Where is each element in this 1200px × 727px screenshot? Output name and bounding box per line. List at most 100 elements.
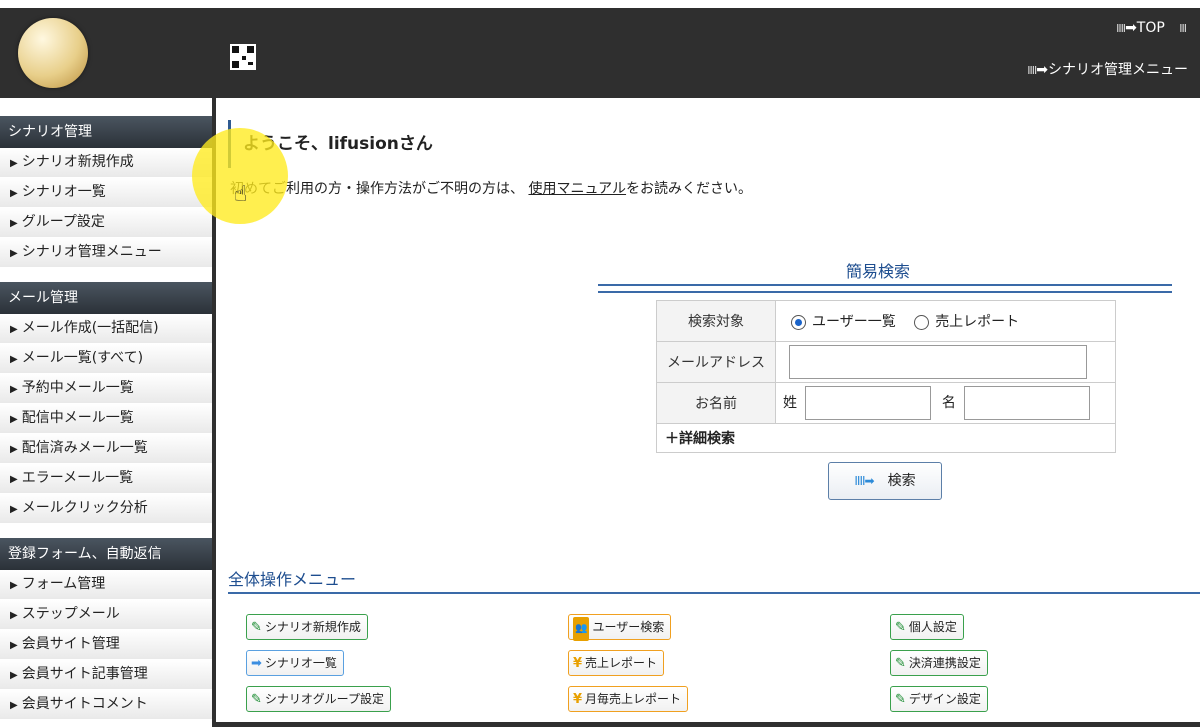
menu-button[interactable]: ✎ デザイン設定 xyxy=(890,686,988,712)
radio-users-label[interactable]: ユーザー一覧 xyxy=(812,314,896,330)
triangle-bullet-icon: ▶ xyxy=(10,354,18,365)
sidebar-item[interactable]: ▶ シナリオ新規作成 xyxy=(0,148,212,178)
advanced-row: ＋詳細検索 xyxy=(656,423,1116,453)
first-name-label: 名 xyxy=(941,395,956,411)
menu-button-label: 決済連携設定 xyxy=(908,656,981,670)
sidebar-item[interactable]: ▶ 配信中メール一覧 xyxy=(0,404,212,434)
sidebar-item-label: シナリオ管理メニュー xyxy=(21,244,162,260)
arrow-icon: IIII➡ xyxy=(854,474,874,488)
sidebar-item[interactable]: ▶ 予約中メール一覧 xyxy=(0,374,212,404)
search-target-options: ユーザー一覧 売上レポート xyxy=(775,300,1116,342)
clipped-bars-icon: III xyxy=(1179,22,1187,35)
menu-button[interactable]: 👥 ユーザー検索 xyxy=(568,614,672,641)
radio-users[interactable] xyxy=(791,314,806,330)
advanced-search-toggle[interactable]: ＋詳細検索 xyxy=(656,423,1116,453)
sidebar-item[interactable]: ▶ 配信済みメール一覧 xyxy=(0,434,212,464)
sidebar-item-label: 予約中メール一覧 xyxy=(21,380,134,396)
email-label: メールアドレス xyxy=(656,341,776,383)
pencil-icon: ✎ xyxy=(251,620,262,635)
sidebar-item-label: 配信中メール一覧 xyxy=(21,410,134,426)
pencil-icon: ✎ xyxy=(895,656,906,671)
sidebar-item-label: ステップメール xyxy=(21,606,120,622)
sidebar-item[interactable]: ▶ グループ設定 xyxy=(0,208,212,238)
sidebar-section-header: 登録フォーム、自動返信 xyxy=(0,538,212,570)
sidebar-item[interactable]: ▶ 会員サイト管理 xyxy=(0,630,212,660)
scenario-menu-link[interactable]: IIII➡シナリオ管理メニュー xyxy=(1027,59,1188,79)
sidebar-item-label: 配信済みメール一覧 xyxy=(21,440,148,456)
menu-button-label: 売上レポート xyxy=(585,656,658,670)
triangle-bullet-icon: ▶ xyxy=(10,700,18,711)
menu-button-label: ユーザー検索 xyxy=(592,620,665,634)
sidebar-item[interactable]: ▶ メールクリック分析 xyxy=(0,494,212,524)
menu-button[interactable]: ✎ シナリオグループ設定 xyxy=(246,686,391,712)
triangle-bullet-icon: ▶ xyxy=(10,324,18,335)
menu-button-label: シナリオ新規作成 xyxy=(264,620,361,634)
sidebar-item-label: グループ設定 xyxy=(21,214,105,230)
last-name-label: 姓 xyxy=(783,395,797,411)
sidebar-item-label: メール一覧(すべて) xyxy=(21,350,144,366)
sidebar-item[interactable]: ▶ メール作成(一括配信) xyxy=(0,314,212,344)
menu-button-label: シナリオ一覧 xyxy=(264,656,337,670)
first-name-field[interactable] xyxy=(964,386,1091,420)
sidebar-item[interactable]: ▶ エラーメール一覧 xyxy=(0,464,212,494)
name-label: お名前 xyxy=(656,382,776,424)
triangle-bullet-icon: ▶ xyxy=(10,158,18,169)
last-name-field[interactable] xyxy=(805,386,932,420)
search-button[interactable]: IIII➡ 検索 xyxy=(828,462,942,500)
triangle-bullet-icon: ▶ xyxy=(10,444,18,455)
pencil-icon: ✎ xyxy=(895,620,906,635)
sidebar-item[interactable]: ▶ フォーム管理 xyxy=(0,570,212,600)
sidebar-item-label: 会員サイトコメント xyxy=(21,696,148,712)
sidebar-item[interactable]: ▶ シナリオ一覧 xyxy=(0,178,212,208)
menu-button-label: シナリオグループ設定 xyxy=(264,692,384,706)
menu-button[interactable]: ✎ 個人設定 xyxy=(890,614,964,640)
cursor-highlight xyxy=(192,128,288,224)
triangle-bullet-icon: ▶ xyxy=(10,248,18,259)
arrow-bars-icon: IIII xyxy=(1116,22,1126,35)
triangle-bullet-icon: ▶ xyxy=(10,384,18,395)
top-white-strip xyxy=(0,0,1200,8)
hand-cursor-icon: ☝ xyxy=(234,182,248,207)
menu-button[interactable]: ¥ 月毎売上レポート xyxy=(568,686,689,712)
yen-icon: ¥ xyxy=(573,656,583,671)
logo[interactable] xyxy=(18,18,88,88)
search-target-label: 検索対象 xyxy=(656,300,776,342)
sidebar-item-label: フォーム管理 xyxy=(21,576,106,592)
sidebar-item[interactable]: ▶ シナリオ管理メニュー xyxy=(0,238,212,268)
search-target-row: 検索対象 ユーザー一覧 売上レポート xyxy=(656,300,1116,342)
triangle-bullet-icon: ▶ xyxy=(10,474,18,485)
menu-title: 全体操作メニュー xyxy=(228,570,357,589)
email-row: メールアドレス xyxy=(656,341,1116,383)
radio-sales[interactable] xyxy=(914,314,930,330)
search-title: 簡易検索 xyxy=(846,262,911,281)
arrow-bars-icon: IIII xyxy=(1027,64,1037,77)
sidebar-section-header: シナリオ管理 xyxy=(0,116,212,148)
arrow-icon: ➡ xyxy=(251,656,262,671)
menu-button[interactable]: ✎ 決済連携設定 xyxy=(890,650,988,676)
radio-sales-label[interactable]: 売上レポート xyxy=(935,314,1019,330)
menu-title-rule xyxy=(228,592,1200,597)
sidebar-item[interactable]: ▶ 会員サイト記事管理 xyxy=(0,660,212,690)
name-row: お名前 姓 名 xyxy=(656,382,1116,424)
top-link[interactable]: IIII➡TOP III xyxy=(1116,20,1187,36)
bottom-strip xyxy=(216,722,1200,727)
sidebar-item[interactable]: ▶ 会員サイトコメント xyxy=(0,690,212,720)
sidebar-section-header: メール管理 xyxy=(0,282,212,314)
sidebar-item[interactable]: ▶ メール一覧(すべて) xyxy=(0,344,212,374)
email-field[interactable] xyxy=(789,345,1087,379)
sidebar-item[interactable]: ▶ ステップメール xyxy=(0,600,212,630)
menu-button-label: 個人設定 xyxy=(908,620,957,634)
menu-button[interactable]: ➡ シナリオ一覧 xyxy=(246,650,344,676)
qr-code-icon[interactable] xyxy=(230,44,256,70)
sidebar-item-label: メールクリック分析 xyxy=(21,500,148,516)
sidebar-item-label: エラーメール一覧 xyxy=(21,470,134,486)
pencil-icon: ✎ xyxy=(895,692,906,707)
triangle-bullet-icon: ▶ xyxy=(10,580,18,591)
manual-link[interactable]: 使用マニュアル xyxy=(528,181,626,197)
menu-button[interactable]: ¥ 売上レポート xyxy=(568,650,665,676)
sidebar-item-label: 会員サイト管理 xyxy=(21,636,120,652)
user-icon: 👥 xyxy=(573,617,590,641)
triangle-bullet-icon: ▶ xyxy=(10,414,18,425)
menu-button[interactable]: ✎ シナリオ新規作成 xyxy=(246,614,368,640)
main-content: ようこそ、lifusionさん 初めてご利用の方・操作方法がご不明の方は、 使用… xyxy=(216,98,1200,727)
